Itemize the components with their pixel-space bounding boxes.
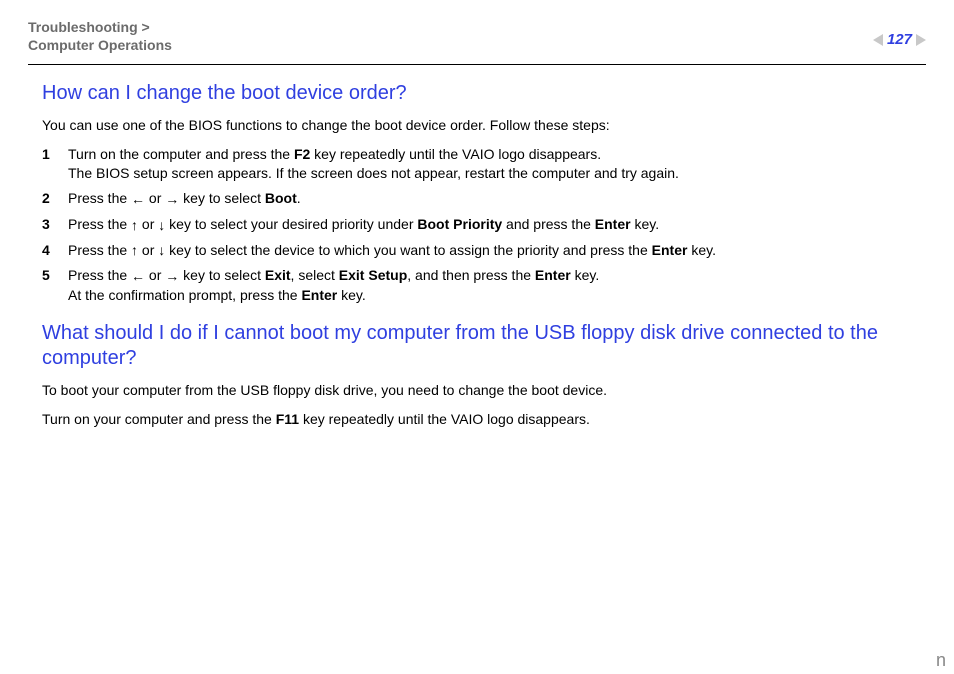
page-number: 127 (887, 30, 912, 50)
menu-exit-setup: Exit Setup (339, 267, 407, 283)
step-number: 3 (42, 215, 68, 235)
breadcrumb: Troubleshooting > Computer Operations (28, 18, 172, 54)
menu-boot: Boot (265, 190, 297, 206)
breadcrumb-top: Troubleshooting > (28, 18, 172, 36)
header-rule (28, 64, 926, 65)
step-text: Press the ↑ or ↓ key to select the devic… (68, 241, 926, 261)
step-text: Press the ← or → key to select Boot. (68, 189, 926, 209)
arrow-left-icon: ← (131, 190, 145, 209)
step-number: 2 (42, 189, 68, 209)
step-5: 5 Press the ← or → key to select Exit, s… (42, 266, 926, 305)
step-number: 1 (42, 145, 68, 183)
key-enter: Enter (535, 267, 571, 283)
intro-boot-order: You can use one of the BIOS functions to… (42, 116, 926, 135)
label-boot-priority: Boot Priority (417, 216, 502, 232)
step-number: 5 (42, 266, 68, 305)
page-number-nav: 127 (873, 30, 926, 50)
key-f11: F11 (276, 411, 299, 427)
arrow-right-icon: → (165, 190, 179, 209)
key-enter: Enter (595, 216, 631, 232)
step-2: 2 Press the ← or → key to select Boot. (42, 189, 926, 209)
arrow-up-icon: ↑ (131, 241, 138, 260)
p-usb-2: Turn on your computer and press the F11 … (42, 410, 926, 429)
arrow-up-icon: ↑ (131, 216, 138, 235)
heading-boot-order: How can I change the boot device order? (42, 81, 926, 106)
key-f2: F2 (294, 146, 310, 162)
steps-list: 1 Turn on the computer and press the F2 … (42, 145, 926, 305)
menu-exit: Exit (265, 267, 291, 283)
breadcrumb-bottom: Computer Operations (28, 36, 172, 54)
footer-mark: n (936, 648, 946, 672)
step-4: 4 Press the ↑ or ↓ key to select the dev… (42, 241, 926, 261)
step-text: Press the ↑ or ↓ key to select your desi… (68, 215, 926, 235)
arrow-right-icon: → (165, 267, 179, 286)
key-enter: Enter (652, 242, 688, 258)
step-number: 4 (42, 241, 68, 261)
prev-page-icon[interactable] (873, 34, 883, 46)
step-text: Press the ← or → key to select Exit, sel… (68, 266, 926, 305)
step-3: 3 Press the ↑ or ↓ key to select your de… (42, 215, 926, 235)
p-usb-1: To boot your computer from the USB flopp… (42, 381, 926, 400)
next-page-icon[interactable] (916, 34, 926, 46)
arrow-left-icon: ← (131, 267, 145, 286)
key-enter: Enter (301, 287, 337, 303)
step-text: Turn on the computer and press the F2 ke… (68, 145, 926, 183)
step-1: 1 Turn on the computer and press the F2 … (42, 145, 926, 183)
heading-usb-floppy: What should I do if I cannot boot my com… (42, 321, 926, 371)
